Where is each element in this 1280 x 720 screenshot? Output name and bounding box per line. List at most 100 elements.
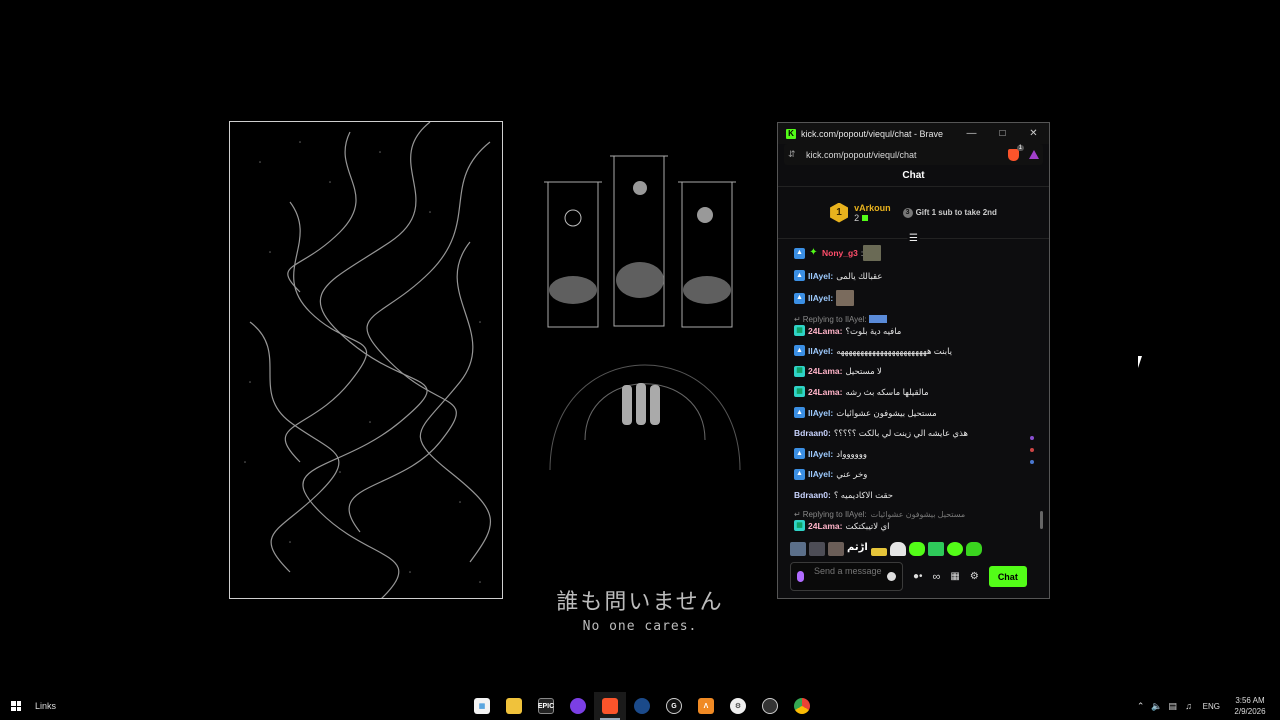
chat-message: ▦ 24Lama: اي لاتيبكتكت [794, 520, 1040, 532]
show-desktop-button[interactable] [1274, 692, 1280, 720]
microsoft-store-icon: ▦ [474, 698, 490, 714]
emoji-picker-icon[interactable] [887, 572, 896, 581]
taskbar-app[interactable] [786, 692, 818, 720]
network-icon[interactable]: ▤ [1165, 701, 1181, 712]
chat-username[interactable]: Bdraan0: [794, 427, 831, 439]
reply-emote-icon [868, 315, 887, 324]
chat-input-row: ●• ∞ ▦ ⚙ Chat [790, 562, 1042, 591]
leaderboard-username[interactable]: vArkoun [854, 203, 891, 213]
chat-message: ▲ IlAyel: مستحيل بيشوفون عشوائيات [794, 407, 1040, 419]
chat-username[interactable]: 24Lama: [808, 365, 843, 377]
taskbar-app[interactable] [594, 692, 626, 720]
window-titlebar[interactable]: K kick.com/popout/viequl/chat - Brave — … [778, 123, 1049, 144]
brave-rewards-icon[interactable] [1029, 150, 1039, 159]
taskbar-app[interactable] [562, 692, 594, 720]
address-bar[interactable]: ⇵ kick.com/popout/viequl/chat [784, 144, 1043, 165]
reply-to-text: Replying to IlAyel: [802, 509, 867, 519]
chat-username[interactable]: IlAyel: [808, 468, 833, 480]
chat-username[interactable]: 24Lama: [808, 520, 843, 532]
emote-icon[interactable] [790, 542, 806, 556]
gear-icon[interactable]: ⚙ [970, 571, 979, 582]
chat-text: حقت الاكاديميه ؟ [833, 489, 894, 500]
kick-emote-icon[interactable] [965, 542, 982, 556]
input-language[interactable]: ENG [1203, 702, 1220, 711]
kick-emote-icon[interactable] [927, 542, 944, 556]
site-settings-icon[interactable]: ⇵ [788, 149, 806, 160]
links-toolbar[interactable]: Links [35, 701, 56, 711]
rank-badge: 1 [830, 202, 849, 223]
emote-icon[interactable] [809, 542, 825, 556]
recent-emotes-bar: اڑثم [790, 541, 982, 557]
reply-arrow-icon: ↵ [794, 314, 801, 324]
kick-emote-icon[interactable] [908, 542, 925, 556]
chat-username[interactable]: IlAyel: [808, 345, 833, 357]
chat-username[interactable]: Bdraan0: [794, 489, 831, 501]
subscriber-badge-icon: ▦ [794, 325, 805, 337]
steelseries-icon: ⚙ [730, 698, 746, 714]
emote-word[interactable]: اڑثم [847, 542, 868, 556]
close-button[interactable]: ✕ [1018, 128, 1049, 139]
channel-points-icon[interactable]: ●• [913, 571, 923, 582]
kick-emote-icon[interactable] [946, 542, 963, 556]
maximize-button[interactable]: □ [987, 128, 1018, 139]
brave-icon [602, 698, 618, 714]
taskbar-app[interactable] [754, 692, 786, 720]
gift-leaderboard: 1 vArkoun 2 3 Gift 1 sub to take 2nd ☰ [778, 187, 1049, 244]
chat-username[interactable]: IlAyel: [808, 448, 833, 460]
brave-shields-icon[interactable] [1008, 144, 1024, 161]
car-emote-icon[interactable] [870, 548, 887, 556]
chat-scrollbar[interactable] [1040, 511, 1043, 529]
chat-messages[interactable]: ▲ ✦ Nony_g3 : ▲ IlAyel: عقبالك يالمى ▲ I… [778, 241, 1040, 533]
microphone-icon[interactable] [797, 571, 804, 582]
taskbar-app[interactable]: EPIC [530, 692, 562, 720]
send-message-box[interactable] [790, 562, 903, 591]
chat-username[interactable]: 24Lama: [808, 325, 843, 337]
infinity-icon[interactable]: ∞ [933, 571, 941, 583]
g-hub-icon: G [666, 698, 682, 714]
chat-username[interactable]: Nony_g3 [822, 247, 858, 259]
store-icon[interactable]: ▦ [950, 571, 959, 582]
file-explorer-icon [506, 698, 522, 714]
verified-badge-icon: ▲ [794, 247, 805, 259]
system-clock[interactable]: 3:56 AM 2/9/2026 [1226, 695, 1274, 717]
taskbar-app[interactable] [498, 692, 530, 720]
wallpaper-english-caption: No one cares. [582, 619, 698, 634]
chat-text: مافيه دية بلوت؟ [845, 325, 902, 336]
url-text[interactable]: kick.com/popout/viequl/chat [806, 150, 1008, 160]
taskbar-app[interactable]: G [658, 692, 690, 720]
minimize-button[interactable]: — [956, 128, 987, 139]
mouse-cursor-icon [1138, 356, 1146, 368]
speaker-icon[interactable]: ♫ [1181, 701, 1197, 711]
chat-text: مستحيل بيشوفون عشوائيات [836, 407, 937, 418]
emote-icon[interactable] [828, 542, 844, 556]
taskbar-app[interactable]: ⚙ [722, 692, 754, 720]
chat-text: اي لاتيبكتكت [845, 520, 890, 531]
leaderboard-user[interactable]: vArkoun 2 [854, 203, 891, 223]
browser-popup-window: K kick.com/popout/viequl/chat - Brave — … [777, 122, 1050, 599]
windows-taskbar: Links ▦ EPIC G Λ ⚙ ⌃ 🔈 ▤ ♫ ENG 3:56 AM 2… [0, 692, 1280, 720]
taskbar-app[interactable] [626, 692, 658, 720]
chat-username[interactable]: IlAyel: [808, 407, 833, 419]
chat-message: ▦ 24Lama: مالقيلها ماسكه بث رشه [794, 386, 1040, 398]
chat-username[interactable]: IlAyel: [808, 270, 833, 282]
ghost-emote-icon[interactable] [889, 542, 906, 556]
chat-text: وخر عني [836, 469, 868, 480]
verified-badge-icon: ▲ [794, 448, 805, 460]
clock-date: 2/9/2026 [1234, 707, 1266, 716]
wallpaper-center-illustration [530, 140, 760, 471]
taskbar-app[interactable]: Λ [690, 692, 722, 720]
chat-text: وووووواد [836, 448, 867, 459]
send-message-input[interactable] [814, 565, 887, 588]
show-hidden-icons-icon[interactable]: ⌃ [1133, 701, 1149, 712]
start-button[interactable] [0, 692, 32, 720]
chat-message: ▦ 24Lama: لا مستحيل [794, 365, 1040, 377]
gift-cta[interactable]: 3 Gift 1 sub to take 2nd [902, 207, 997, 218]
chat-username[interactable]: IlAyel: [808, 292, 833, 304]
chat-username[interactable]: 24Lama: [808, 386, 843, 398]
obs-icon [762, 698, 778, 714]
epic-games-icon: EPIC [538, 698, 554, 714]
volume-icon[interactable]: 🔈 [1149, 701, 1165, 712]
taskbar-app[interactable]: ▦ [466, 692, 498, 720]
chat-message: Bdraan0: حقت الاكاديميه ؟ [794, 489, 1040, 501]
send-chat-button[interactable]: Chat [988, 566, 1027, 587]
